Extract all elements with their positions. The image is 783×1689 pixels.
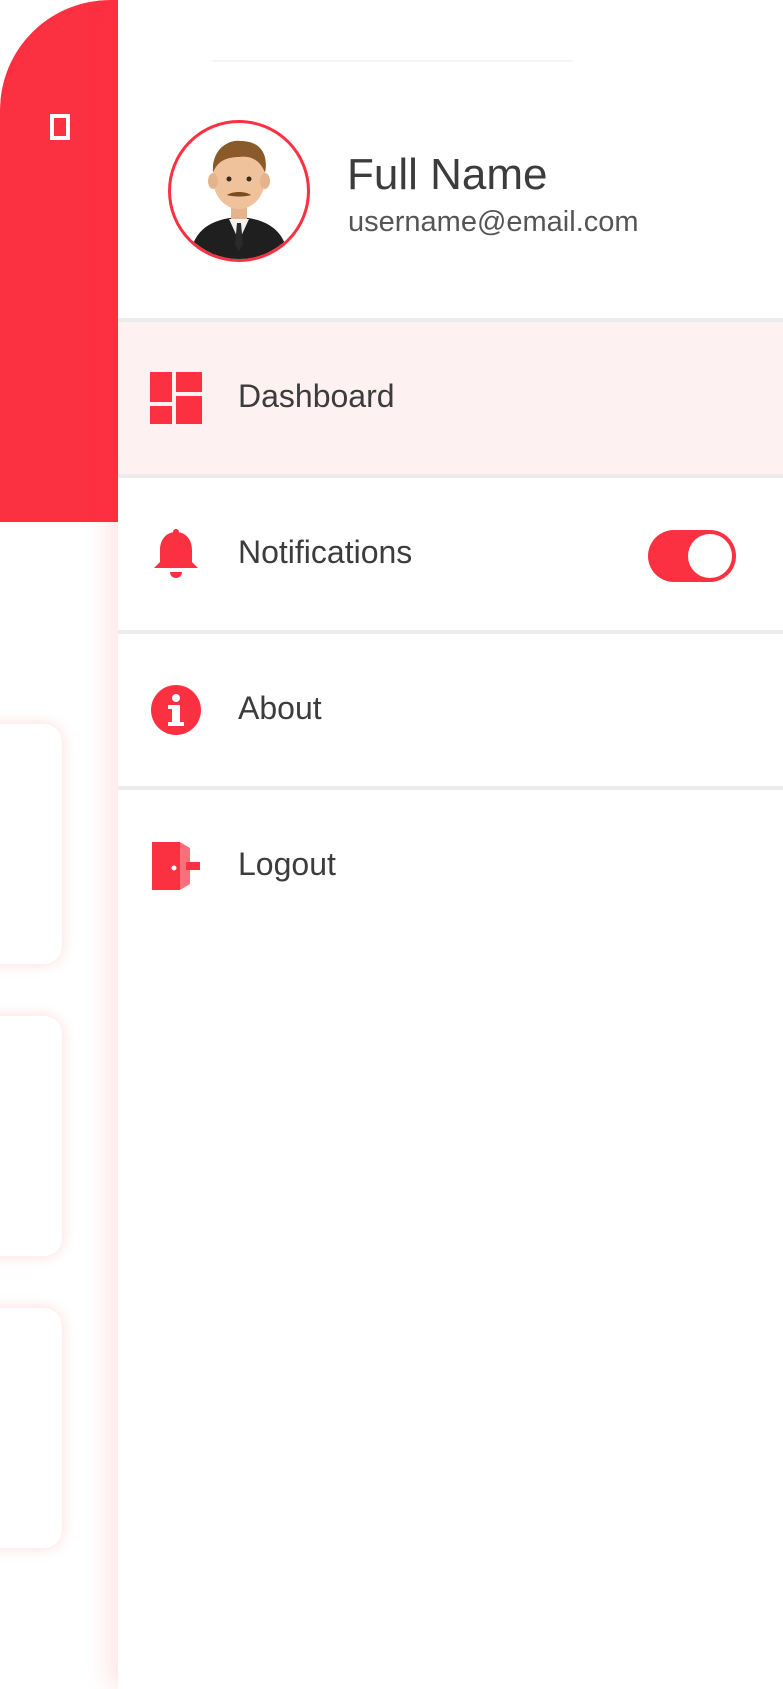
menu-item-about[interactable]: About xyxy=(118,634,783,786)
notifications-toggle[interactable] xyxy=(648,530,736,582)
menu-item-label: Logout xyxy=(238,846,336,882)
profile-full-name: Full Name xyxy=(347,150,548,199)
menu-item-label: Notifications xyxy=(238,534,413,570)
toggle-knob xyxy=(688,534,732,578)
menu-item-dashboard[interactable]: Dashboard xyxy=(118,322,783,474)
menu-item-label: About xyxy=(238,690,322,726)
phone-screen: Full Name username@email.com Dashboard N… xyxy=(0,0,783,1689)
background-screen xyxy=(0,0,118,1689)
background-card[interactable] xyxy=(0,1308,62,1548)
background-header xyxy=(0,0,118,522)
businessman-avatar-icon xyxy=(189,140,289,259)
menu-item-notifications[interactable]: Notifications xyxy=(118,478,783,630)
navigation-drawer: Full Name username@email.com Dashboard N… xyxy=(118,0,783,1689)
dashboard-icon xyxy=(150,372,202,424)
menu-item-label: Dashboard xyxy=(238,378,395,414)
logout-icon xyxy=(152,842,200,890)
bell-icon xyxy=(154,529,198,578)
avatar[interactable] xyxy=(168,120,310,262)
menu-item-logout[interactable]: Logout xyxy=(118,790,783,942)
info-icon xyxy=(151,685,201,735)
background-card[interactable] xyxy=(0,1016,62,1256)
menu-icon[interactable] xyxy=(50,114,70,140)
background-card[interactable] xyxy=(0,724,62,964)
profile-email: username@email.com xyxy=(348,206,639,238)
profile-header: Full Name username@email.com xyxy=(118,0,783,318)
